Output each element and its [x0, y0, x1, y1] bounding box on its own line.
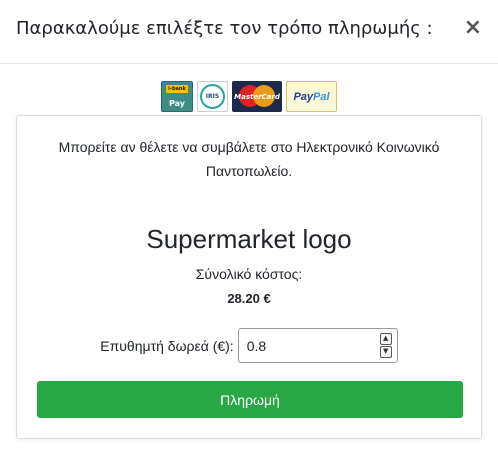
donation-stepper[interactable]: ▲ ▼: [379, 333, 392, 358]
modal-title: Παρακαλούμε επιλέξτε τον τρόπο πληρωμής …: [16, 18, 433, 39]
donation-input-wrapper: ▲ ▼: [237, 328, 398, 363]
iris-logo[interactable]: IRIS: [197, 81, 228, 112]
pay-button[interactable]: Πληρωμή: [37, 381, 463, 418]
store-name: Supermarket logo: [146, 224, 352, 254]
paypal-text-b: Pal: [313, 90, 330, 103]
mastercard-logo[interactable]: MasterCard: [232, 81, 282, 112]
stepper-up-icon[interactable]: ▲: [379, 333, 392, 345]
ibank-pay-logo[interactable]: i-bank Pay: [161, 81, 193, 112]
iris-ring-icon: IRIS: [200, 84, 225, 109]
payment-logos: i-bank Pay IRIS MasterCard PayPal: [0, 81, 498, 112]
intro-text: Μπορείτε αν θέλετε να συμβάλετε στο Ηλεκ…: [58, 139, 440, 179]
ibank-pay-text: Pay: [168, 99, 185, 108]
paypal-text: PayPal: [293, 91, 329, 103]
donation-label: Επυθημτή δωρεά (€):: [100, 337, 234, 354]
total-cost-value: 28.20 €: [227, 291, 271, 306]
close-button[interactable]: ×: [464, 17, 482, 39]
payment-modal: Παρακαλούμε επιλέξτε τον τρόπο πληρωμής …: [0, 0, 498, 470]
donation-row: Επυθημτή δωρεά (€): ▲ ▼: [17, 328, 481, 363]
paypal-logo[interactable]: PayPal: [286, 81, 337, 112]
donation-input[interactable]: [238, 329, 369, 362]
total-cost-label: Σύνολικό κόστος:: [195, 266, 303, 282]
stepper-down-icon[interactable]: ▼: [379, 346, 392, 358]
iris-text: IRIS: [205, 93, 220, 100]
paypal-text-a: Pay: [293, 90, 314, 103]
modal-header: Παρακαλούμε επιλέξτε τον τρόπο πληρωμής …: [0, 0, 498, 64]
donation-card: Μπορείτε αν θέλετε να συμβάλετε στο Ηλεκ…: [16, 115, 482, 439]
mastercard-text: MasterCard: [234, 92, 280, 101]
ibank-tag-text: i-bank: [166, 85, 188, 93]
